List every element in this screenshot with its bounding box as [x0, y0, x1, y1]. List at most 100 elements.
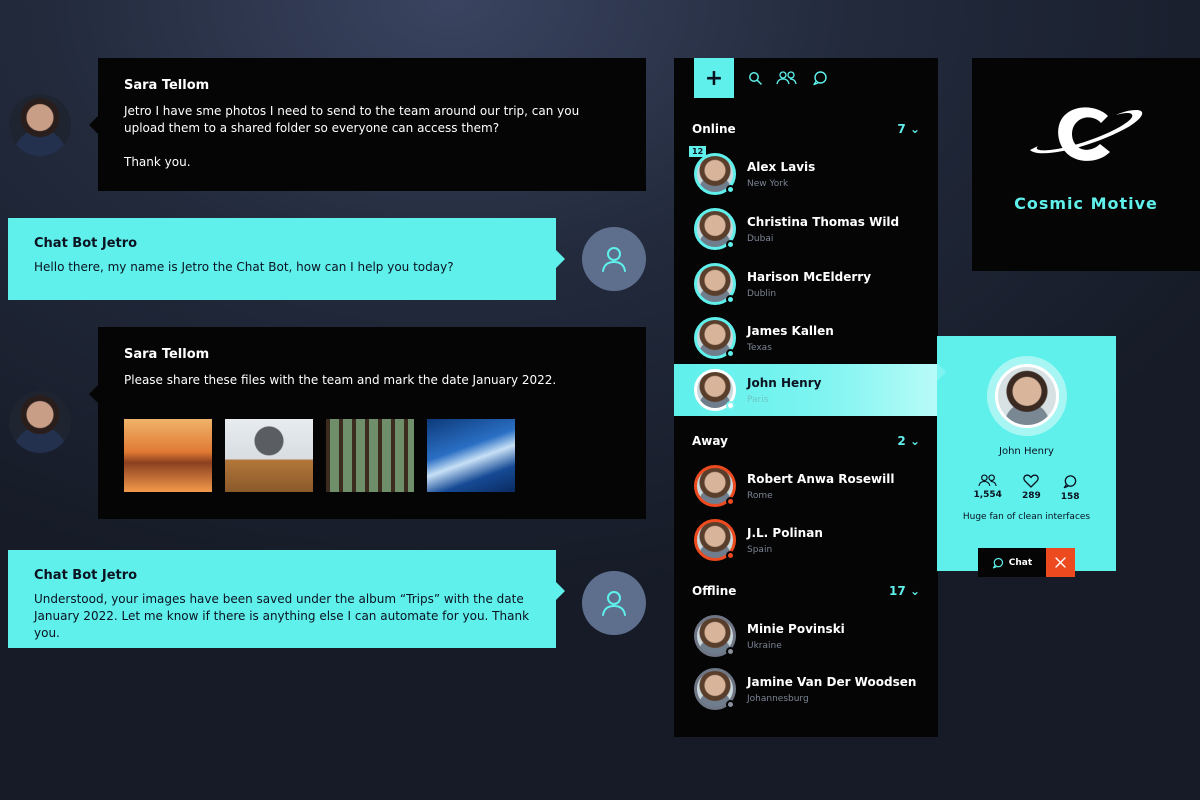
cosmic-motive-logo-icon	[1030, 107, 1143, 161]
profile-stats: 1,554 289 158	[937, 474, 1116, 502]
attachment-gallery	[124, 419, 620, 492]
chat-bubble-icon	[992, 557, 1003, 568]
chevron-down-icon: ⌄	[909, 122, 920, 136]
chat-button-label: Chat	[1008, 557, 1033, 568]
message-bubble-bot: Chat Bot Jetro Understood, your images h…	[8, 550, 565, 648]
contact-toolbar: +	[674, 58, 938, 98]
contact-item[interactable]: Robert Anwa Rosewill Rome	[674, 460, 938, 512]
contact-item-selected[interactable]: John Henry Paris	[674, 364, 938, 416]
contact-location: Rome	[747, 490, 773, 501]
avatar	[694, 519, 736, 561]
message-sender: Sara Tellom	[124, 78, 210, 93]
contact-item[interactable]: 12 Alex Lavis New York	[674, 146, 938, 200]
message-sender: Chat Bot Jetro	[34, 236, 138, 251]
section-count: 2 ⌄	[897, 434, 920, 448]
stat-value: 289	[1021, 491, 1041, 501]
close-icon	[1055, 557, 1066, 568]
profile-avatar	[994, 364, 1059, 428]
contact-name: Alex Lavis	[747, 159, 816, 174]
contact-name: James Kallen	[747, 323, 834, 338]
attachment-photo[interactable]	[225, 419, 313, 492]
stat-likes: 289	[1022, 474, 1041, 502]
section-count: 7 ⌄	[897, 122, 920, 136]
message-text: Understood, your images have been saved …	[34, 592, 530, 640]
status-dot	[726, 349, 735, 358]
section-header-offline[interactable]: Offline 17 ⌄	[692, 584, 920, 598]
avatar	[694, 208, 736, 250]
message-bubble-user: Sara Tellom Please share these files wit…	[89, 327, 646, 519]
brand-name: Cosmic Motive	[1014, 194, 1158, 213]
contact-name: Jamine Van Der Woodsen	[747, 674, 917, 689]
contact-item[interactable]: J.L. Polinan Spain	[674, 514, 938, 566]
chevron-down-icon: ⌄	[909, 434, 920, 448]
bot-avatar	[582, 227, 646, 291]
contact-item[interactable]: Jamine Van Der Woodsen Johannesburg	[674, 663, 938, 715]
contact-location: New York	[747, 178, 789, 189]
user-avatar	[9, 94, 71, 156]
chat-bubble-icon	[1063, 475, 1077, 489]
contact-location: Johannesburg	[747, 693, 809, 704]
section-header-away[interactable]: Away 2 ⌄	[692, 434, 920, 448]
contact-location: Ukraine	[747, 640, 782, 651]
contact-item[interactable]: Christina Thomas Wild Dubai	[674, 203, 938, 255]
contact-item[interactable]: Minie Povinski Ukraine	[674, 610, 938, 662]
unread-badge: 12	[689, 146, 707, 157]
contact-name: John Henry	[747, 375, 822, 390]
users-icon[interactable]	[776, 71, 798, 85]
user-icon	[602, 247, 626, 272]
contact-list-panel: + Online 7 ⌄ 12 Alex Lavis New York Chri…	[674, 58, 938, 737]
chat-bubble-icon[interactable]	[812, 70, 828, 86]
attachment-photo[interactable]	[124, 419, 212, 492]
stat-value: 1,554	[973, 490, 1002, 500]
contact-location: Texas	[747, 342, 772, 353]
contact-name: Robert Anwa Rosewill	[747, 471, 895, 486]
profile-bio: Huge fan of clean interfaces	[962, 512, 1091, 522]
stat-messages: 158	[1061, 474, 1080, 502]
status-dot	[726, 647, 735, 656]
contact-location: Spain	[747, 544, 773, 555]
status-dot	[726, 295, 735, 304]
status-dot	[726, 551, 735, 560]
attachment-photo[interactable]	[427, 419, 515, 492]
status-dot	[726, 401, 735, 410]
status-dot	[726, 185, 735, 194]
message-sender: Chat Bot Jetro	[34, 568, 138, 583]
status-dot	[726, 240, 735, 249]
message-text: Please share these files with the team a…	[124, 373, 557, 387]
profile-name: John Henry	[999, 446, 1054, 457]
chevron-down-icon: ⌄	[909, 584, 920, 598]
profile-actions: Chat	[978, 548, 1075, 577]
profile-card: John Henry 1,554 289 158 Huge fan of cle…	[937, 336, 1116, 577]
avatar: 12	[689, 146, 736, 195]
add-contact-button[interactable]: +	[694, 58, 734, 98]
contact-name: J.L. Polinan	[747, 525, 823, 540]
status-dot	[726, 497, 735, 506]
search-icon[interactable]	[748, 71, 762, 85]
contact-item[interactable]: Harison McElderry Dublin	[674, 258, 938, 310]
contact-location: Paris	[747, 394, 769, 405]
message-bubble-bot: Chat Bot Jetro Hello there, my name is J…	[8, 218, 565, 300]
avatar	[694, 317, 736, 359]
chat-button[interactable]: Chat	[978, 548, 1046, 577]
contact-name: Christina Thomas Wild	[747, 214, 900, 229]
close-button[interactable]	[1046, 548, 1075, 577]
brand-card: Cosmic Motive	[972, 58, 1200, 271]
contact-item[interactable]: James Kallen Texas	[674, 312, 938, 364]
message-text: Hello there, my name is Jetro the Chat B…	[34, 260, 454, 274]
section-label: Online	[692, 122, 736, 136]
avatar	[694, 668, 736, 710]
section-label: Away	[692, 434, 728, 448]
message-bubble-user: Sara Tellom Jetro I have sme photos I ne…	[89, 58, 646, 191]
user-avatar	[9, 391, 71, 453]
avatar	[694, 615, 736, 657]
avatar	[694, 263, 736, 305]
attachment-photo[interactable]	[326, 419, 414, 492]
message-sender: Sara Tellom	[124, 347, 210, 362]
avatar	[694, 465, 736, 507]
bot-avatar	[582, 571, 646, 635]
message-text: Jetro I have sme photos I need to send t…	[124, 104, 580, 169]
contact-name: Minie Povinski	[747, 621, 845, 636]
section-header-online[interactable]: Online 7 ⌄	[692, 122, 920, 136]
stat-value: 158	[1060, 492, 1080, 502]
stat-followers: 1,554	[973, 474, 1002, 502]
